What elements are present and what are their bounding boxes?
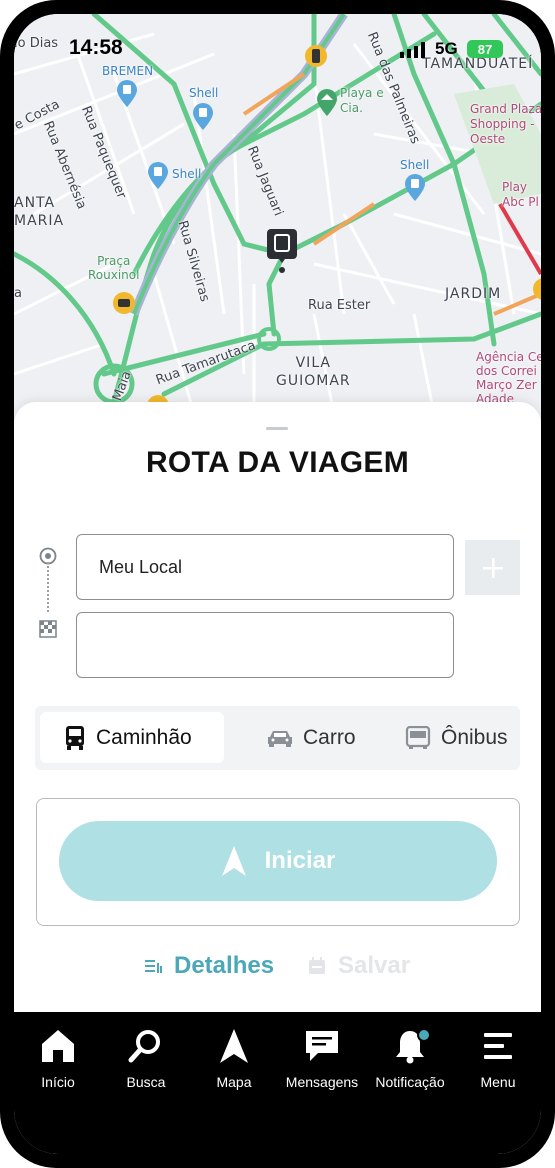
navigation-arrow-icon — [219, 1026, 249, 1066]
vehicle-mode-selector: Caminhão Carro Ônibus — [35, 706, 520, 770]
menu-icon — [482, 1026, 514, 1066]
truck-location-marker-icon[interactable] — [267, 229, 297, 277]
bus-icon — [405, 725, 431, 750]
map-label: Rua Ester — [308, 298, 371, 313]
map-label: Playa e Cia. — [340, 86, 384, 115]
save-label: Salvar — [338, 952, 411, 979]
mode-label: Caminhão — [96, 725, 192, 749]
start-container: Iniciar — [36, 798, 520, 926]
phone-frame: io Dias BREMEN Shell Shell Shell Playa e… — [0, 0, 555, 1168]
nav-label: Menu — [480, 1074, 516, 1090]
mode-bus-tab[interactable]: Ônibus — [405, 712, 520, 763]
nav-label: Mensagens — [285, 1074, 359, 1090]
save-link[interactable]: Salvar — [308, 952, 410, 980]
store-pin-icon[interactable] — [316, 89, 338, 117]
map-label: ANTA MARIA — [14, 195, 65, 229]
screen: io Dias BREMEN Shell Shell Shell Playa e… — [14, 14, 541, 1154]
home-icon — [40, 1026, 76, 1066]
speed-camera-icon[interactable] — [112, 291, 136, 315]
details-label: Detalhes — [174, 952, 275, 979]
search-icon — [128, 1026, 164, 1066]
status-bar: 14:58 5G 87 — [14, 14, 541, 74]
nav-label: Mapa — [216, 1074, 252, 1090]
nav-item-notifications[interactable]: Notificação — [366, 1026, 454, 1090]
map-label: Shell — [172, 167, 202, 181]
plus-icon — [482, 557, 503, 578]
battery-level: 87 — [477, 41, 493, 57]
cellular-signal-icon — [400, 42, 425, 58]
nav-item-home[interactable]: Início — [14, 1026, 102, 1090]
gas-station-pin-icon[interactable] — [192, 103, 214, 131]
bell-icon — [393, 1026, 431, 1066]
status-time: 14:58 — [69, 36, 123, 59]
mode-truck-tab[interactable]: Caminhão — [40, 712, 224, 763]
start-label: Iniciar — [264, 847, 336, 874]
list-details-icon — [144, 957, 162, 975]
nav-item-messages[interactable]: Mensagens — [278, 1026, 366, 1090]
mode-car-tab[interactable]: Carro — [267, 712, 377, 763]
map-label: Agência Ce dos Correi Março Zer Adade — [476, 350, 541, 406]
battery-indicator: 87 — [467, 40, 503, 58]
map-label: Shell — [189, 86, 219, 100]
details-link[interactable]: Detalhes — [144, 952, 274, 980]
nav-label: Busca — [126, 1074, 166, 1090]
nav-item-map[interactable]: Mapa — [190, 1026, 278, 1090]
mode-label: Ônibus — [441, 725, 508, 749]
network-type: 5G — [435, 39, 458, 58]
message-icon — [304, 1026, 340, 1066]
nav-item-menu[interactable]: Menu — [454, 1026, 541, 1090]
origin-field[interactable]: Meu Local — [76, 534, 454, 600]
map-label: a — [14, 286, 22, 301]
map-label: Play Abc Pl — [502, 180, 539, 209]
car-icon — [267, 728, 293, 748]
truck-icon — [64, 725, 86, 751]
gas-station-pin-icon[interactable] — [116, 80, 138, 108]
calendar-save-icon — [308, 957, 326, 975]
bottom-navigation: Início Busca Mapa Mensagens Notificação … — [14, 1012, 541, 1154]
destination-field[interactable] — [76, 612, 454, 678]
map-label: JARDIM — [445, 286, 502, 302]
mode-label: Carro — [303, 725, 356, 749]
add-stop-button[interactable] — [465, 540, 520, 595]
gas-station-pin-icon[interactable] — [147, 162, 169, 190]
sheet-title: ROTA DA VIAGEM — [145, 446, 410, 479]
map-label: Praça Rouxinol — [88, 254, 140, 282]
map-label: Shell — [400, 158, 430, 172]
gas-station-pin-icon[interactable] — [404, 174, 426, 202]
route-connector-line — [47, 562, 49, 612]
navigation-arrow-icon — [221, 845, 247, 877]
route-sheet: ROTA DA VIAGEM Meu Local Caminhão Carro … — [14, 402, 541, 1014]
sheet-drag-handle[interactable] — [266, 427, 288, 430]
notification-badge — [417, 1028, 431, 1042]
nav-label: Notificação — [375, 1074, 445, 1090]
start-navigation-button[interactable]: Iniciar — [59, 821, 497, 901]
map-label: VILA GUIOMAR — [276, 355, 351, 389]
map-view[interactable]: io Dias BREMEN Shell Shell Shell Playa e… — [14, 14, 541, 434]
nav-label: Início — [41, 1074, 75, 1090]
map-label: Grand Plaza Shopping - Oeste — [470, 102, 541, 146]
traffic-light-icon[interactable] — [532, 277, 541, 301]
nav-item-search[interactable]: Busca — [102, 1026, 190, 1090]
checkered-flag-icon — [39, 620, 57, 638]
